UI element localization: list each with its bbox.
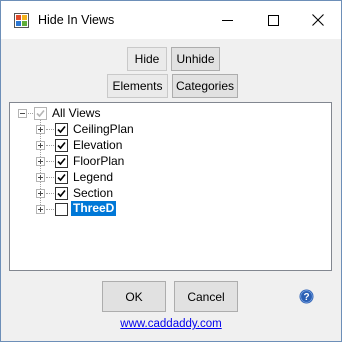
elements-toggle-button[interactable]: Elements [107,74,168,98]
window-title: Hide In Views [38,13,115,27]
expand-icon[interactable] [36,205,45,214]
expand-icon[interactable] [36,141,45,150]
tree-node-legend[interactable]: Legend [10,169,310,185]
ok-button[interactable]: OK [102,281,166,312]
checkbox-floorplan[interactable] [55,155,68,168]
maximize-button[interactable] [250,1,296,39]
collapse-icon[interactable] [18,109,27,118]
checkbox-all-views[interactable] [34,107,47,120]
expand-icon[interactable] [36,157,45,166]
close-button[interactable] [295,1,341,39]
hide-in-views-dialog: Hide In Views Hide Unhide Elements Categ… [0,0,342,342]
tree-label-elevation: Elevation [73,138,123,152]
tree-node-elevation[interactable]: Elevation [10,137,310,153]
checkmark-icon [57,189,66,198]
cancel-button[interactable]: Cancel [174,281,238,312]
tree-label-legend: Legend [73,170,114,184]
svg-text:?: ? [303,292,309,303]
app-icon [14,13,29,28]
expand-icon[interactable] [36,173,45,182]
checkmark-icon [36,109,45,118]
checkbox-ceilingplan[interactable] [55,123,68,136]
minimize-button[interactable] [204,1,250,39]
checkmark-icon [57,125,66,134]
checkbox-elevation[interactable] [55,139,68,152]
checkbox-threed[interactable] [55,203,68,216]
tree-connector [46,129,54,131]
caddaddy-link[interactable]: www.caddaddy.com [1,318,341,330]
minimize-icon [221,19,233,21]
categories-toggle-button[interactable]: Categories [172,74,238,98]
tree-label-all-views: All Views [52,106,101,120]
tree-node-section[interactable]: Section [10,185,310,201]
tree-connector [46,145,54,147]
checkmark-icon [57,141,66,150]
title-bar: Hide In Views [1,1,341,39]
close-icon [312,14,324,26]
expand-icon[interactable] [36,125,45,134]
checkbox-section[interactable] [55,187,68,200]
tree-connector [46,177,54,179]
tree-label-floorplan: FloorPlan [73,154,125,168]
views-tree[interactable]: All Views CeilingPlan Elevation FloorPla… [9,102,332,271]
tree-label-section: Section [73,186,114,200]
tree-node-floorplan[interactable]: FloorPlan [10,153,310,169]
tree-node-all-views[interactable]: All Views [10,105,310,121]
tree-label-threed: ThreeD [71,201,117,216]
tree-connector [46,193,54,195]
hide-toggle-button[interactable]: Hide [127,47,167,71]
checkmark-icon [57,173,66,182]
checkmark-icon [57,157,66,166]
tree-label-ceilingplan: CeilingPlan [73,122,134,136]
tree-connector [46,161,54,163]
checkbox-legend[interactable] [55,171,68,184]
tree-node-threed[interactable]: ThreeD [10,201,310,217]
unhide-toggle-button[interactable]: Unhide [171,47,220,71]
maximize-icon [267,14,279,26]
expand-icon[interactable] [36,189,45,198]
tree-connector [46,209,54,211]
tree-node-ceilingplan[interactable]: CeilingPlan [10,121,310,137]
help-icon[interactable]: ? [299,289,314,304]
